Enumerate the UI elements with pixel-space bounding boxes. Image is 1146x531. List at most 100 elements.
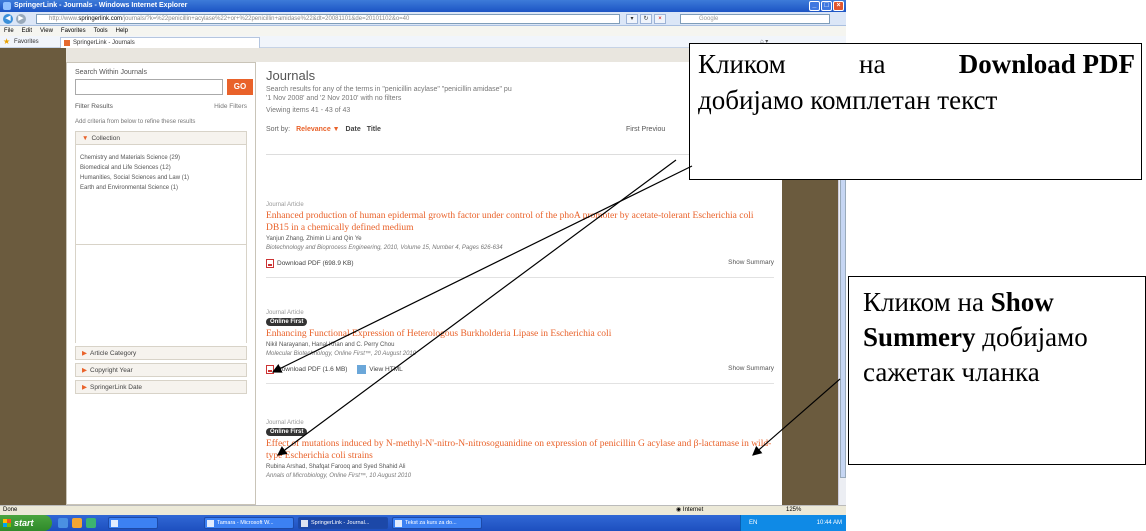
callout2-bold2: Summery [863, 322, 976, 352]
address-bar: ◀ ▶ http://www.springerlink.com/journals… [0, 12, 846, 26]
collection-item[interactable]: Biomedical and Life Sciences (12) [80, 163, 242, 173]
minimize-button[interactable]: _ [809, 1, 820, 11]
search-input[interactable]: Google [680, 14, 830, 24]
mail-quicklaunch-icon[interactable] [72, 518, 82, 528]
taskbar-ie-label: SpringerLink - Journal... [311, 520, 370, 526]
favorites-star-icon: ★ [3, 37, 11, 46]
sort-date[interactable]: Date [346, 126, 361, 133]
article-actions: Download PDF (1.6 MB) View HTML Show Sum… [266, 365, 774, 377]
hide-filters-link[interactable]: Hide Filters [214, 103, 247, 110]
article-journal: Molecular Biotechnology, Online First™, … [266, 351, 417, 357]
article-journal: Annals of Microbiology, Online First™, 1… [266, 473, 412, 479]
forward-icon[interactable]: ▶ [16, 14, 26, 24]
article-title-link[interactable]: Enhanced production of human epidermal g… [266, 210, 774, 234]
callout2-text2: добијамо [975, 322, 1088, 352]
url-domain: springerlink.com [78, 16, 123, 22]
callout1-bold: Download PDF [958, 49, 1135, 79]
internet-zone-label: Internet [682, 507, 704, 513]
article-title-link[interactable]: Enhancing Functional Expression of Heter… [266, 328, 774, 340]
facet-springerlink-date[interactable]: ▶ SpringerLink Date [75, 380, 247, 394]
menu-file[interactable]: File [4, 26, 14, 36]
pdf-icon [266, 365, 274, 374]
collection-item[interactable]: Earth and Environmental Science (1) [80, 183, 242, 193]
favorites-button[interactable]: Favorites [14, 36, 39, 48]
window-controls: _ □ × [809, 1, 844, 11]
zoom-level[interactable]: 125% [786, 506, 801, 515]
facet-article-category[interactable]: ▶ Article Category [75, 346, 247, 360]
caret-down-icon: ▼ [82, 135, 89, 142]
callout1-word2: на [859, 49, 886, 79]
system-tray: EN 10:44 AM [740, 515, 846, 531]
start-button[interactable]: start [0, 515, 52, 531]
download-pdf-label: Download PDF (1.6 MB) [277, 366, 348, 374]
search-within-input[interactable] [75, 79, 223, 95]
taskbar-folder[interactable] [108, 517, 158, 529]
ie-icon [301, 520, 308, 527]
download-pdf-label: Download PDF (698.9 KB) [277, 260, 354, 268]
start-label: start [14, 518, 34, 528]
divider [266, 277, 774, 278]
download-pdf-link[interactable]: Download PDF (698.9 KB) [266, 259, 354, 268]
article-title-link[interactable]: Effect of mutations induced by N-methyl-… [266, 438, 774, 462]
sort-relevance[interactable]: Relevance ▼ [296, 126, 340, 133]
add-criteria-text: Add criteria from below to refine these … [75, 119, 196, 125]
ie-icon [3, 2, 11, 10]
go-button[interactable]: GO [227, 79, 253, 95]
menu-tools[interactable]: Tools [94, 26, 108, 36]
maximize-button[interactable]: □ [821, 1, 832, 11]
taskbar-word[interactable]: Tamara - Microsoft W... [204, 517, 294, 529]
menu-view[interactable]: View [40, 26, 53, 36]
close-button[interactable]: × [833, 1, 844, 11]
ie-quicklaunch-icon[interactable] [58, 518, 68, 528]
sort-title[interactable]: Title [367, 126, 381, 133]
taskbar-doc-label: Tekst za kurs za do... [405, 520, 457, 526]
taskbar: start Tamara - Microsoft W... SpringerLi… [0, 515, 846, 531]
menu-favorites[interactable]: Favorites [61, 26, 86, 36]
stop-icon[interactable]: × [654, 14, 666, 24]
result-item: Journal Article Enhanced production of h… [266, 202, 774, 278]
facet-copyright-year[interactable]: ▶ Copyright Year [75, 363, 247, 377]
caret-right-icon: ▶ [82, 384, 87, 391]
refresh-icon[interactable]: ↻ [640, 14, 652, 24]
collection-item[interactable]: Humanities, Social Sciences and Law (1) [80, 173, 242, 183]
callout2-line3: сажетак чланка [863, 357, 1040, 387]
menu-help[interactable]: Help [116, 26, 128, 36]
callout1-word1: Кликом [698, 49, 786, 79]
folder-icon [111, 520, 118, 527]
facet-collection-label: Collection [91, 135, 120, 142]
page-left-gutter [0, 48, 66, 505]
menu-edit[interactable]: Edit [22, 26, 32, 36]
collection-item[interactable]: Chemistry and Materials Science (29) [80, 153, 242, 163]
show-summary-link[interactable]: Show Summary [728, 259, 774, 266]
article-type: Journal Article [266, 310, 304, 316]
word-icon [395, 520, 402, 527]
result-item: Journal Article Online First Enhancing F… [266, 310, 774, 384]
download-pdf-link[interactable]: Download PDF (1.6 MB) [266, 365, 348, 374]
article-authors: Yanjun Zhang, Zhimin Li and Qin Ye [266, 236, 362, 242]
status-bar: Done ◉ Internet 125% [0, 505, 846, 515]
taskbar-doc[interactable]: Tekst za kurs za do... [392, 517, 482, 529]
menu-bar: File Edit View Favorites Tools Help [0, 26, 846, 36]
taskbar-ie[interactable]: SpringerLink - Journal... [298, 517, 388, 529]
window-title: SpringerLink - Journals - Windows Intern… [14, 2, 188, 9]
callout1-line1: Кликом на Download PDF [698, 46, 1135, 82]
facet-label: SpringerLink Date [90, 384, 143, 391]
compat-icon[interactable]: ▾ [626, 14, 638, 24]
html-icon [357, 365, 367, 374]
back-icon[interactable]: ◀ [3, 14, 13, 24]
online-first-badge: Online First [266, 318, 308, 326]
article-type: Journal Article [266, 420, 304, 426]
media-quicklaunch-icon[interactable] [86, 518, 96, 528]
view-html-link[interactable]: View HTML [349, 365, 403, 374]
show-summary-link[interactable]: Show Summary [728, 365, 774, 372]
url-input[interactable]: http://www.springerlink.com/journals/?k=… [36, 14, 620, 24]
facet-collection[interactable]: ▼ Collection [75, 131, 247, 145]
search-within-heading: Search Within Journals [75, 69, 147, 76]
address-tools: ▾ ↻ × [626, 14, 666, 24]
pagination[interactable]: First Previou [626, 126, 665, 133]
search-placeholder: Google [699, 16, 719, 22]
browser-tab[interactable]: SpringerLink - Journals [60, 37, 260, 48]
springer-tab-icon [64, 40, 70, 46]
language-indicator[interactable]: EN [749, 520, 757, 526]
article-journal: Biotechnology and Bioprocess Engineering… [266, 245, 503, 251]
